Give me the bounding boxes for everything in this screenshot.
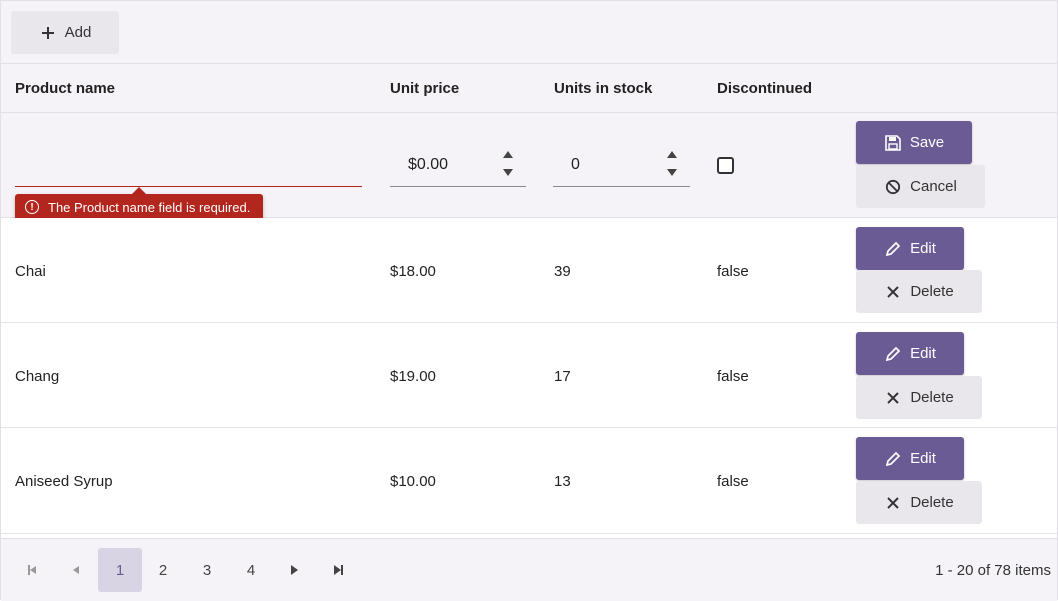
first-page-icon <box>28 565 36 575</box>
page-number: 4 <box>246 561 256 579</box>
table-row: Chang $19.00 17 false Edit Delete <box>1 323 1057 428</box>
table-row: Aniseed Syrup $10.00 13 false Edit Delet… <box>1 429 1057 534</box>
validation-tooltip-arrow <box>132 187 146 194</box>
edit-button[interactable]: Edit <box>856 332 964 375</box>
cancel-button[interactable]: Cancel <box>856 165 985 208</box>
page-button-2[interactable]: 2 <box>141 548 185 592</box>
plus-icon <box>39 24 57 42</box>
unit-price-value: $0.00 <box>408 156 449 173</box>
edit-button-label: Edit <box>910 450 936 467</box>
increase-arrow-icon[interactable] <box>667 151 677 158</box>
validation-tooltip: ! The Product name field is required. <box>15 194 263 220</box>
last-page-icon <box>333 565 343 575</box>
delete-icon <box>884 283 902 301</box>
delete-icon <box>884 389 902 407</box>
edit-button[interactable]: Edit <box>856 227 964 270</box>
first-page-button[interactable] <box>10 548 54 592</box>
cancel-button-label: Cancel <box>910 178 957 195</box>
units-in-stock-cell: 17 <box>554 368 571 385</box>
column-header-product-name[interactable]: Product name <box>15 80 115 97</box>
units-in-stock-cell: 13 <box>554 473 571 490</box>
next-page-icon <box>290 565 298 575</box>
save-icon <box>884 134 902 152</box>
prev-page-icon <box>73 566 79 574</box>
product-name-cell: Chang <box>15 368 60 385</box>
product-name-input[interactable] <box>15 153 362 187</box>
cancel-icon <box>884 178 902 196</box>
delete-button-label: Delete <box>910 494 954 511</box>
delete-button[interactable]: Delete <box>856 481 982 524</box>
delete-button[interactable]: Delete <box>856 270 982 313</box>
discontinued-checkbox[interactable] <box>717 157 734 174</box>
delete-button[interactable]: Delete <box>856 376 982 419</box>
edit-button-label: Edit <box>910 345 936 362</box>
decrease-arrow-icon[interactable] <box>503 169 513 176</box>
prev-page-button[interactable] <box>54 548 98 592</box>
save-button[interactable]: Save <box>856 121 972 164</box>
units-in-stock-value: 0 <box>571 156 580 173</box>
page-number: 1 <box>115 561 125 579</box>
column-header-units-in-stock[interactable]: Units in stock <box>554 80 652 97</box>
edit-icon <box>884 450 902 468</box>
edit-icon <box>884 240 902 258</box>
add-button-label: Add <box>64 24 92 41</box>
page-button-4[interactable]: 4 <box>229 548 273 592</box>
table-row: Chai $18.00 39 false Edit Delete <box>1 218 1057 323</box>
grid-pager: 1 2 3 4 1 - 20 of 78 items <box>1 538 1057 601</box>
edit-icon <box>884 345 902 363</box>
page-button-1[interactable]: 1 <box>98 548 142 592</box>
grid-header: Product name Unit price Units in stock D… <box>1 64 1057 113</box>
product-name-cell: Aniseed Syrup <box>15 473 113 490</box>
delete-button-label: Delete <box>910 283 954 300</box>
pager-info: 1 - 20 of 78 items <box>935 562 1051 579</box>
column-header-discontinued[interactable]: Discontinued <box>717 80 812 97</box>
page-button-3[interactable]: 3 <box>185 548 229 592</box>
edit-button-label: Edit <box>910 240 936 257</box>
unit-price-spinner <box>502 149 514 179</box>
edit-button[interactable]: Edit <box>856 437 964 480</box>
last-page-button[interactable] <box>316 548 360 592</box>
add-button[interactable]: Add <box>11 11 119 54</box>
next-page-button[interactable] <box>272 548 316 592</box>
save-button-label: Save <box>909 134 945 151</box>
product-name-cell: Chai <box>15 263 46 280</box>
increase-arrow-icon[interactable] <box>503 151 513 158</box>
page-number: 2 <box>158 561 168 579</box>
discontinued-cell: false <box>717 263 749 280</box>
unit-price-input[interactable]: $0.00 <box>390 144 526 187</box>
unit-price-cell: $19.00 <box>390 368 436 385</box>
discontinued-cell: false <box>717 473 749 490</box>
delete-icon <box>884 494 902 512</box>
units-in-stock-input[interactable]: 0 <box>553 144 690 187</box>
page-number: 3 <box>202 561 212 579</box>
delete-button-label: Delete <box>910 389 954 406</box>
units-in-stock-spinner <box>666 149 678 179</box>
grid-toolbar: Add <box>1 1 1057 64</box>
unit-price-cell: $18.00 <box>390 263 436 280</box>
units-in-stock-cell: 39 <box>554 263 571 280</box>
decrease-arrow-icon[interactable] <box>667 169 677 176</box>
error-icon: ! <box>25 200 39 214</box>
data-grid: Add Product name Unit price Units in sto… <box>0 0 1058 601</box>
discontinued-cell: false <box>717 368 749 385</box>
column-header-unit-price[interactable]: Unit price <box>390 80 459 97</box>
validation-message: The Product name field is required. <box>48 199 251 215</box>
unit-price-cell: $10.00 <box>390 473 436 490</box>
